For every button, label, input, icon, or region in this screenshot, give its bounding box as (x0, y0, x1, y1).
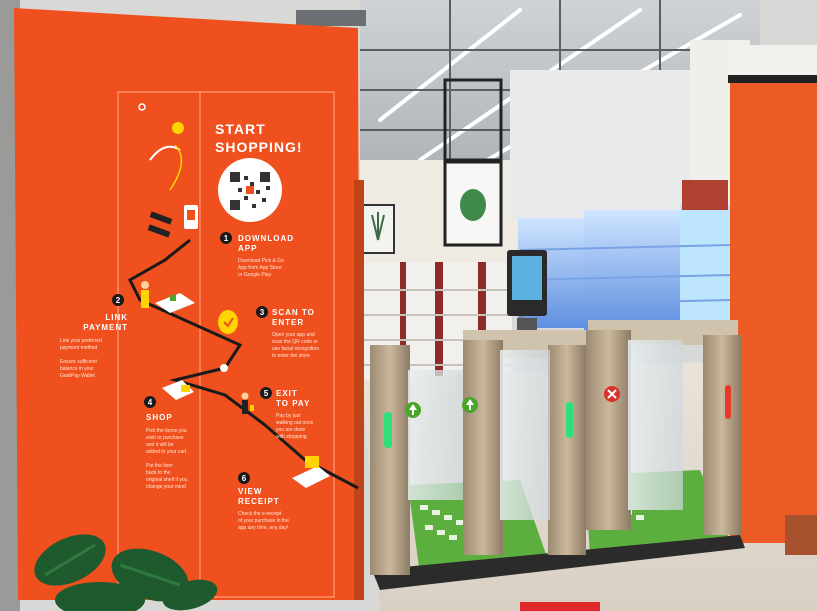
step-1-desc-c: or Google Play (238, 272, 272, 278)
step-6-desc-b: of your purchase in the (238, 518, 289, 524)
qr-code (218, 158, 282, 222)
monstera-leaf-icon (460, 189, 486, 221)
step-5-desc-d: with shopping (276, 434, 307, 440)
step-4-desc-b: wish to purchase (146, 435, 184, 441)
step-4-title: SHOP (146, 413, 173, 422)
step-4-desc-i: change your mind (146, 484, 186, 490)
person-illustration (141, 281, 149, 308)
step-6-title-b: RECEIPT (238, 497, 280, 506)
step-4-desc-a: Pick the items you (146, 428, 187, 434)
step-4-desc-c: and it will be (146, 442, 174, 448)
step-4-desc-g: back to the (146, 470, 171, 476)
decor-coin (172, 122, 184, 134)
green-indicator-middle (566, 402, 573, 438)
step-6-desc-a: Check the e-receipt (238, 511, 282, 517)
phone-illustration (184, 205, 198, 229)
step-6-desc-c: app any time, any day! (238, 525, 288, 531)
store-entrance-photo: START SHOPPING! 1 2 3 4 5 6 DOWNLOAD APP… (0, 0, 817, 611)
step-1-title-a: DOWNLOAD (238, 234, 294, 243)
gate-pedestal-center-left (463, 340, 503, 555)
fridge-center (584, 210, 680, 330)
red-indicator-right (725, 385, 731, 419)
step-5-title-b: TO PAY (276, 399, 310, 408)
gate-pedestal-right (703, 335, 741, 535)
step-3: SCAN TO ENTER Open your app and scan the… (272, 308, 319, 359)
step-2-desc-d: Ensure sufficient (60, 359, 97, 365)
step-1-desc-a: Download Pick & Go (238, 258, 284, 264)
gate-glass-left (408, 370, 466, 500)
step-1-desc-b: App from App Store (238, 265, 282, 271)
poster-title-line2: SHOPPING! (215, 139, 303, 155)
step-5-desc-b: walking out once (276, 420, 313, 426)
photo-svg: START SHOPPING! 1 2 3 4 5 6 DOWNLOAD APP… (0, 0, 817, 611)
step-5-desc-a: Pay by just (276, 413, 301, 419)
gate-glass-middle (500, 350, 550, 520)
step-2-title-a: LINK (105, 313, 128, 322)
step-3-desc-c: use facial recognition (272, 346, 319, 352)
wood-bench (785, 515, 817, 555)
gate-pedestal-center-right (548, 345, 586, 555)
step-4-desc-h: original shelf if you (146, 477, 188, 483)
step-3-title-a: SCAN TO (272, 308, 315, 317)
ceiling-beam (296, 10, 366, 26)
step-3-desc-b: scan the QR code or (272, 339, 318, 345)
scan-bubble-illustration (218, 310, 238, 334)
step-4-desc-d: added to your cart (146, 449, 187, 455)
kiosk-display (512, 256, 542, 300)
step-3-desc-a: Open your app and (272, 332, 315, 338)
gate-icon (220, 364, 228, 372)
step-5-title-a: EXIT (276, 389, 298, 398)
step-3-desc-d: to enter the store (272, 353, 310, 359)
step-1-title-b: APP (238, 244, 257, 253)
step-4-number: 4 (148, 398, 153, 407)
step-2-title-b: PAYMENT (83, 323, 128, 332)
step-3-title-b: ENTER (272, 318, 304, 327)
step-1-number: 1 (224, 234, 229, 243)
step-5-desc-c: you are done (276, 427, 305, 433)
product-display (682, 180, 728, 210)
step-2-desc-e: balance in your (60, 366, 94, 372)
floor-marking (520, 602, 600, 611)
step-3-number: 3 (260, 308, 265, 317)
orange-column (730, 83, 817, 543)
step-2-number: 2 (116, 296, 121, 305)
gate-pedestal-left (370, 345, 410, 575)
gate-glass-right (628, 340, 683, 510)
step-6-number: 6 (242, 474, 247, 483)
column-top (728, 45, 817, 75)
poster-wall-edge (354, 180, 364, 600)
gate-pedestal-right-inner (586, 330, 631, 530)
green-indicator-left (384, 412, 392, 448)
step-4-desc-f: Put the item (146, 463, 173, 469)
step-5-number: 5 (264, 389, 269, 398)
poster-title-line1: START (215, 121, 266, 137)
step-2-desc-f: GrabPay Wallet (60, 373, 95, 379)
column-band (728, 75, 817, 83)
step-6-title-a: VIEW (238, 487, 262, 496)
step-2-desc-a: Link your preferred (60, 338, 102, 344)
step-2-desc-b: payment method (60, 345, 97, 351)
fridge-right (680, 205, 730, 333)
